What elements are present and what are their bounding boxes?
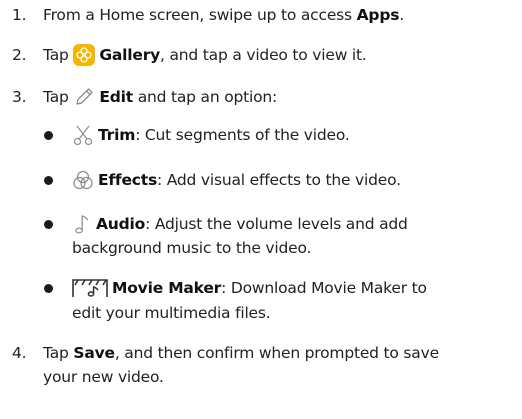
scissors-icon bbox=[72, 124, 94, 145]
gallery-icon bbox=[73, 43, 96, 66]
effects-icon bbox=[72, 169, 94, 189]
option-text: : Download Movie Maker to bbox=[221, 279, 427, 297]
step-text-end: , and then confirm when prompted to save bbox=[114, 344, 439, 362]
step-4-continued: your new video. bbox=[43, 367, 164, 387]
option-text: : Add visual effects to the video. bbox=[157, 171, 401, 189]
bullet-dot bbox=[44, 284, 53, 293]
option-movie-maker-continued: edit your multimedia files. bbox=[72, 303, 271, 323]
step-text-end: and tap an option: bbox=[132, 88, 278, 106]
option-bold-term: Trim bbox=[98, 126, 136, 144]
option-text: : Adjust the volume levels and add bbox=[145, 215, 408, 233]
step-text-end: . bbox=[399, 6, 404, 24]
option-text-line2: edit your multimedia files. bbox=[72, 304, 271, 322]
step-text: Tap bbox=[43, 88, 74, 106]
option-audio-continued: background music to the video. bbox=[72, 238, 311, 258]
step-number: 4. bbox=[12, 344, 27, 362]
step-text-end: , and tap a video to view it. bbox=[160, 46, 367, 64]
step-text: Tap bbox=[43, 344, 74, 362]
option-audio: Audio: Adjust the volume levels and add bbox=[72, 214, 408, 235]
pencil-icon bbox=[73, 86, 95, 106]
music-note-icon bbox=[72, 213, 94, 234]
step-number: 1. bbox=[12, 6, 27, 24]
option-trim: Trim: Cut segments of the video. bbox=[72, 125, 350, 146]
option-text-line2: background music to the video. bbox=[72, 239, 312, 257]
step-number: 2. bbox=[12, 46, 27, 64]
option-movie-maker: Movie Maker: Download Movie Maker to bbox=[72, 278, 427, 299]
bullet-dot bbox=[44, 176, 53, 185]
bullet-dot bbox=[44, 220, 53, 229]
instruction-document: 1. From a Home screen, swipe up to acces… bbox=[0, 0, 522, 419]
step-bold-term: Gallery bbox=[99, 46, 161, 64]
step-number: 3. bbox=[12, 88, 27, 106]
step-bold-term: Edit bbox=[99, 88, 133, 106]
option-bold-term: Effects bbox=[98, 171, 158, 189]
step-bold-term: Apps bbox=[356, 6, 400, 24]
option-bold-term: Movie Maker bbox=[112, 279, 222, 297]
option-bold-term: Audio bbox=[96, 215, 146, 233]
option-text: : Cut segments of the video. bbox=[135, 126, 350, 144]
step-text: Tap bbox=[43, 46, 74, 64]
step-text: From a Home screen, swipe up to access bbox=[43, 6, 357, 24]
step-text-line2: your new video. bbox=[43, 368, 164, 386]
option-effects: Effects: Add visual effects to the video… bbox=[72, 170, 401, 191]
step-bold-term: Save bbox=[73, 344, 115, 362]
bullet-dot bbox=[44, 131, 53, 140]
movie-maker-icon bbox=[72, 277, 108, 297]
